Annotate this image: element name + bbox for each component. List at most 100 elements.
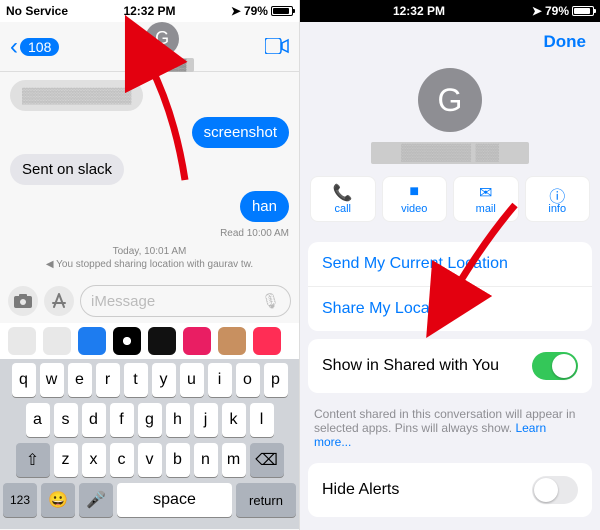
- action-mail[interactable]: ✉mail: [453, 176, 519, 222]
- return-key[interactable]: return: [236, 483, 296, 517]
- action-video[interactable]: ■video: [382, 176, 448, 222]
- delete-key[interactable]: ⌫: [250, 443, 284, 477]
- contact-title[interactable]: G ▓▓▓▓▓▓: [130, 22, 194, 72]
- key-n[interactable]: n: [194, 443, 218, 477]
- key-z[interactable]: z: [54, 443, 78, 477]
- camera-button[interactable]: [8, 286, 38, 316]
- alerts-card: Hide Alerts: [308, 463, 592, 517]
- facetime-button[interactable]: [265, 34, 289, 60]
- contact-name: ▓▓▓▓▓▓ ▓▓: [371, 142, 529, 164]
- profile-header: G ▓▓▓▓▓▓ ▓▓: [300, 62, 600, 176]
- location-arrow-icon: ➤: [532, 4, 542, 18]
- message-input[interactable]: iMessage 🎙: [80, 285, 291, 317]
- composer: iMessage 🎙: [0, 279, 299, 323]
- app-icon[interactable]: [218, 327, 246, 355]
- battery-pct: 79%: [244, 4, 268, 18]
- message-in[interactable]: ▓▓▓▓▓▓▓▓▓▓: [10, 80, 143, 111]
- key-u[interactable]: u: [180, 363, 204, 397]
- app-strip[interactable]: [0, 323, 299, 359]
- call-icon: 📞: [333, 183, 353, 201]
- battery-icon: [271, 6, 293, 16]
- keyboard[interactable]: qwertyuiop asdfghjkl ⇧ zxcvbnm ⌫ 123 😀 🎤…: [0, 359, 299, 529]
- carrier: No Service: [6, 4, 68, 18]
- chevron-left-icon: ‹: [10, 33, 18, 61]
- alerts-switch[interactable]: [532, 476, 578, 504]
- key-i[interactable]: i: [208, 363, 232, 397]
- appstore-button[interactable]: [44, 286, 74, 316]
- location-icon: ◀: [46, 259, 56, 270]
- battery-pct: 79%: [545, 4, 569, 18]
- message-in[interactable]: Sent on slack: [10, 154, 124, 185]
- space-key[interactable]: space: [117, 483, 232, 517]
- key-f[interactable]: f: [110, 403, 134, 437]
- message-out[interactable]: han: [240, 191, 289, 222]
- key-b[interactable]: b: [166, 443, 190, 477]
- battery-icon: [572, 6, 594, 16]
- app-icon[interactable]: [183, 327, 211, 355]
- key-y[interactable]: y: [152, 363, 176, 397]
- shared-hint: Content shared in this conversation will…: [300, 401, 600, 455]
- key-d[interactable]: d: [82, 403, 106, 437]
- video-icon: ■: [409, 183, 419, 201]
- key-s[interactable]: s: [54, 403, 78, 437]
- mic-key[interactable]: 🎤: [79, 483, 113, 517]
- done-button[interactable]: Done: [544, 32, 587, 52]
- key-v[interactable]: v: [138, 443, 162, 477]
- shift-key[interactable]: ⇧: [16, 443, 50, 477]
- key-g[interactable]: g: [138, 403, 162, 437]
- contact-sheet-screen: 12:32 PM ➤ 79% Done G ▓▓▓▓▓▓ ▓▓ 📞call■vi…: [300, 0, 600, 530]
- key-t[interactable]: t: [124, 363, 148, 397]
- key-k[interactable]: k: [222, 403, 246, 437]
- chat-body[interactable]: ▓▓▓▓▓▓▓▓▓▓ screenshot Sent on slack han …: [0, 72, 299, 279]
- key-r[interactable]: r: [96, 363, 120, 397]
- key-c[interactable]: c: [110, 443, 134, 477]
- share-location-button[interactable]: Share My Location: [308, 287, 592, 331]
- key-o[interactable]: o: [236, 363, 260, 397]
- key-q[interactable]: q: [12, 363, 36, 397]
- location-card: Send My Current Location Share My Locati…: [308, 242, 592, 331]
- shared-with-you-row[interactable]: Show in Shared with You: [308, 339, 592, 393]
- clock: 12:32 PM: [123, 4, 175, 18]
- chat-header: ‹ 108 G ▓▓▓▓▓▓: [0, 22, 299, 72]
- back-button[interactable]: ‹ 108: [10, 33, 59, 61]
- avatar[interactable]: G: [418, 68, 482, 132]
- key-w[interactable]: w: [40, 363, 64, 397]
- mail-icon: ✉: [479, 183, 492, 201]
- app-icon[interactable]: [8, 327, 36, 355]
- key-j[interactable]: j: [194, 403, 218, 437]
- action-call[interactable]: 📞call: [310, 176, 376, 222]
- key-l[interactable]: l: [250, 403, 274, 437]
- emoji-key[interactable]: 😀: [41, 483, 75, 517]
- numbers-key[interactable]: 123: [3, 483, 37, 517]
- app-icon[interactable]: [253, 327, 281, 355]
- read-receipt: Read 10:00 AM: [220, 228, 289, 239]
- key-e[interactable]: e: [68, 363, 92, 397]
- send-location-button[interactable]: Send My Current Location: [308, 242, 592, 287]
- key-x[interactable]: x: [82, 443, 106, 477]
- app-icon[interactable]: [43, 327, 71, 355]
- shared-card: Show in Shared with You: [308, 339, 592, 393]
- key-m[interactable]: m: [222, 443, 246, 477]
- message-out[interactable]: screenshot: [192, 117, 289, 148]
- status-bar: No Service 12:32 PM ➤ 79%: [0, 0, 299, 22]
- app-icon[interactable]: [148, 327, 176, 355]
- action-info[interactable]: ⓘinfo: [525, 176, 591, 222]
- hide-alerts-row[interactable]: Hide Alerts: [308, 463, 592, 517]
- system-message: Today, 10:01 AM ◀ You stopped sharing lo…: [10, 245, 289, 271]
- app-icon[interactable]: [113, 327, 141, 355]
- dictate-icon[interactable]: 🎙: [261, 292, 280, 310]
- location-arrow-icon: ➤: [231, 4, 241, 18]
- quick-actions: 📞call■video✉mailⓘinfo: [300, 176, 600, 234]
- key-a[interactable]: a: [26, 403, 50, 437]
- status-bar: 12:32 PM ➤ 79%: [300, 0, 600, 22]
- avatar: G: [145, 22, 179, 56]
- info-icon: ⓘ: [549, 183, 565, 201]
- status-right: ➤ 79%: [231, 4, 293, 18]
- clock: 12:32 PM: [393, 4, 445, 18]
- messages-screen: No Service 12:32 PM ➤ 79% ‹ 108 G ▓▓▓▓▓▓…: [0, 0, 300, 530]
- status-right: ➤ 79%: [532, 4, 594, 18]
- shared-switch[interactable]: [532, 352, 578, 380]
- key-h[interactable]: h: [166, 403, 190, 437]
- app-icon[interactable]: [78, 327, 106, 355]
- key-p[interactable]: p: [264, 363, 288, 397]
